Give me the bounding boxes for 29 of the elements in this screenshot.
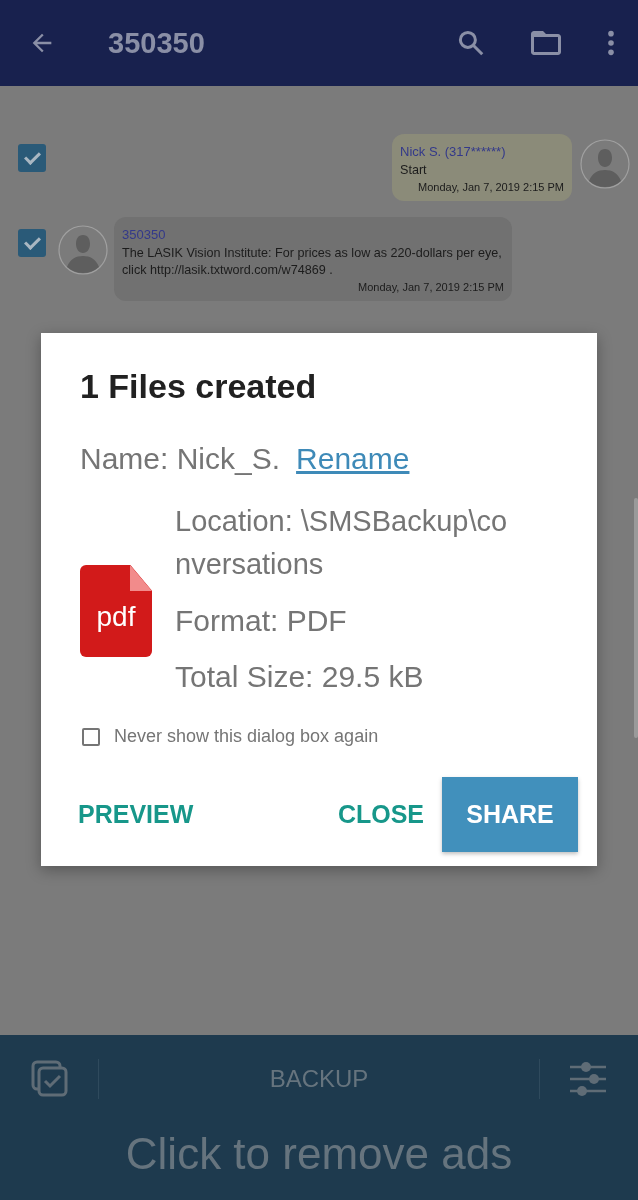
sliders-icon[interactable]	[568, 1059, 608, 1099]
file-name: Name: Nick_S.	[80, 442, 281, 476]
message-time: Monday, Jan 7, 2019 2:15 PM	[418, 181, 564, 193]
message-text: Start	[400, 162, 428, 179]
location-text: Location: \SMSBackup\co nversations	[175, 504, 508, 582]
sender-name: Nick S. (317******)	[400, 144, 507, 159]
checkbox[interactable]	[82, 727, 100, 746]
avatar-icon	[58, 225, 108, 275]
total-size-text: Total Size: 29.5 kB	[175, 659, 425, 695]
more-menu-icon[interactable]	[606, 29, 616, 57]
dialog-button[interactable]: PREVIEW	[78, 777, 212, 852]
message-text: The LASIK Vision Institute: For prices as low as 220-dollars per eye, click http://lasik.txtword.com/w74869 .	[122, 245, 503, 279]
checkbox-label: Never show this dialog box again	[114, 726, 379, 747]
dialog-title: 1 Files created	[80, 367, 318, 406]
sender-name: 350350	[122, 227, 167, 242]
message-checkbox[interactable]	[18, 229, 46, 257]
avatar-icon	[580, 139, 630, 189]
conversation-title: 350350	[108, 26, 205, 60]
share-button[interactable]: SHARE	[442, 777, 578, 852]
rename-link[interactable]: Rename	[296, 442, 410, 476]
dialog-button[interactable]: CLOSE	[337, 777, 442, 852]
select-all-icon[interactable]	[30, 1059, 70, 1099]
remove-ads-button[interactable]: Click to remove ads	[0, 1123, 638, 1200]
format-text: Format: PDF	[175, 603, 348, 639]
message-checkbox[interactable]	[18, 144, 46, 172]
message-time: Monday, Jan 7, 2019 2:15 PM	[358, 281, 504, 293]
backup-button[interactable]: BACKUP	[127, 1065, 511, 1093]
pdf-file-icon: pdf	[80, 565, 152, 657]
search-icon[interactable]	[456, 28, 486, 58]
